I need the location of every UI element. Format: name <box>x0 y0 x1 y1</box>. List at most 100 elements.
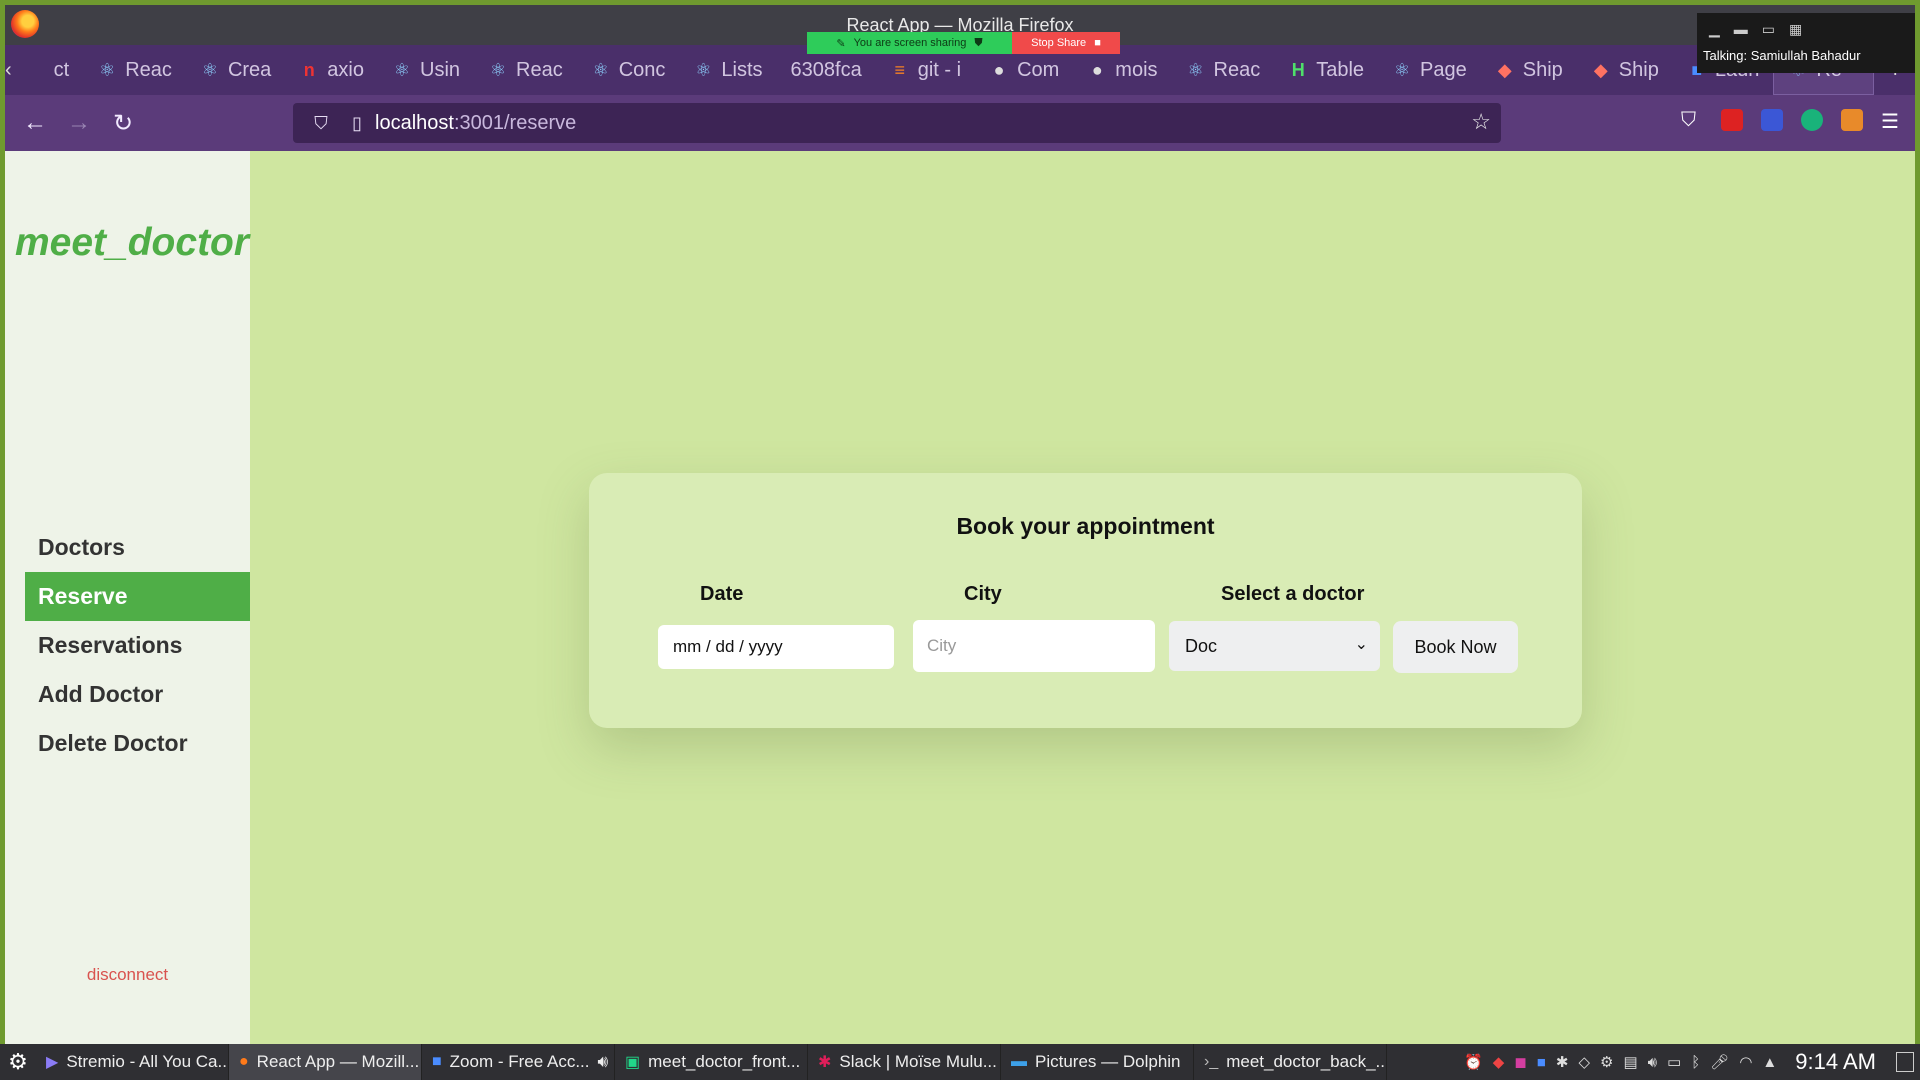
tab[interactable]: ⚛ Reac <box>83 45 186 95</box>
minimize-icon[interactable]: ▁ <box>1709 21 1720 38</box>
tab[interactable]: ◆ Ship <box>1577 45 1673 95</box>
tab[interactable]: ◆ Ship <box>1481 45 1577 95</box>
webstorm-icon: ▣ <box>625 1054 641 1071</box>
tab[interactable]: ⚛ Reac <box>1172 45 1275 95</box>
show-desktop-icon[interactable] <box>1896 1052 1914 1072</box>
tab[interactable]: ⚛ Crea <box>186 45 285 95</box>
sidebar-item-doctors[interactable]: Doctors <box>25 523 250 572</box>
sidebar: meet_doctor Doctors Reserve Reservations… <box>5 151 250 1049</box>
clipboard-icon[interactable]: ▤ <box>1623 1053 1637 1071</box>
zoom-tray-icon[interactable]: ■ <box>1537 1054 1546 1071</box>
tab[interactable]: ⚛ Page <box>1378 45 1481 95</box>
taskbar: ⚙ ▶ Stremio - All You Ca... ● React App — … <box>0 1044 1920 1080</box>
booking-title: Book your appointment <box>956 513 1215 539</box>
page-info-icon[interactable]: ▯ <box>339 113 375 134</box>
taskbar-item[interactable]: ✱ Slack | Moïse Mulu... <box>808 1044 1001 1080</box>
stop-square-icon: ■ <box>1094 37 1101 49</box>
tab[interactable]: H Table <box>1274 45 1378 95</box>
city-label: City <box>964 583 1002 605</box>
anydesk-icon[interactable]: ◆ <box>1493 1053 1505 1071</box>
taskbar-item-active[interactable]: ● React App — Mozill... <box>229 1044 422 1080</box>
chevron-down-icon: ⌄ <box>1354 636 1368 653</box>
disconnect-link[interactable]: disconnect <box>5 965 250 985</box>
diamond-icon[interactable]: ◇ <box>1578 1053 1590 1071</box>
taskbar-item[interactable]: ▶ Stremio - All You Ca... <box>36 1044 229 1080</box>
menu-hamburger-icon[interactable]: ☰ <box>1881 109 1903 133</box>
react-icon: ⚛ <box>99 59 116 80</box>
app-icon[interactable]: ◼ <box>1514 1053 1526 1071</box>
reload-icon[interactable]: ↻ <box>101 109 145 138</box>
react-icon: ⚛ <box>1393 59 1411 80</box>
navigation-bar: ← → ↻ ⛉ ▯ localhost:3001/reserve ☆ ⛉ ☰ <box>5 95 1915 151</box>
bluetooth-icon[interactable]: ᛒ <box>1691 1054 1700 1071</box>
doctor-label: Select a doctor <box>1221 583 1365 605</box>
tab[interactable]: ⚛ Reac <box>474 45 577 95</box>
shield-icon[interactable]: ⛉ <box>303 113 339 134</box>
clock[interactable]: 9:14 AM <box>1795 1049 1876 1075</box>
extension-blue-icon[interactable] <box>1761 109 1783 131</box>
volume-icon[interactable]: 🔊︎ <box>1648 1054 1657 1071</box>
tab[interactable]: n axio <box>285 45 378 95</box>
city-input[interactable]: City <box>913 620 1155 672</box>
react-icon: ⚛ <box>1187 59 1204 80</box>
npm-icon: n <box>303 59 315 80</box>
tab[interactable]: ⚛ Usin <box>378 45 474 95</box>
gallery-view-icon[interactable]: ▦ <box>1789 21 1802 38</box>
react-icon: ⚛ <box>592 59 609 80</box>
slack-tray-icon[interactable]: ✱ <box>1556 1053 1569 1071</box>
pocket-icon[interactable]: ⛉ <box>1681 109 1703 131</box>
page-content: meet_doctor Doctors Reserve Reservations… <box>5 151 1915 1049</box>
date-input[interactable]: mm / dd / yyyy <box>658 625 894 669</box>
h-icon: H <box>1291 59 1305 80</box>
metamask-icon[interactable] <box>1841 109 1863 131</box>
extension-red-icon[interactable] <box>1721 109 1743 131</box>
sidebar-menu: Doctors Reserve Reservations Add Doctor … <box>25 523 250 768</box>
terminal-icon: ›_ <box>1204 1053 1219 1070</box>
url-path: :3001/reserve <box>453 111 577 134</box>
taskbar-item[interactable]: ▣ meet_doctor_front... <box>615 1044 808 1080</box>
react-icon: ⚛ <box>489 59 507 80</box>
sidebar-item-add-doctor[interactable]: Add Doctor <box>25 670 250 719</box>
date-label: Date <box>700 583 744 605</box>
small-view-icon[interactable]: ▬ <box>1734 21 1748 38</box>
system-tray: ⏰ ◆ ◼ ■ ✱ ◇ ⚙ ▤ 🔊︎ ▭ ᛒ 🎤︎ ◠ ▲ 9:14 AM <box>1464 1049 1920 1075</box>
taskbar-item[interactable]: ■ Zoom - Free Acc... 🔊︎ <box>422 1044 615 1080</box>
github-icon: ● <box>1091 59 1103 80</box>
stop-share-button[interactable]: Stop Share ■ <box>1012 32 1120 54</box>
back-arrow-icon[interactable]: ← <box>13 109 57 137</box>
tray-expand-icon[interactable]: ▲ <box>1762 1054 1777 1071</box>
github-icon: ● <box>993 59 1005 80</box>
tab-scroll-left-icon[interactable]: ‹ <box>5 59 12 82</box>
tab[interactable]: ⚛ Conc <box>577 45 680 95</box>
brand-logo[interactable]: meet_doctor <box>15 221 249 265</box>
grammarly-icon[interactable] <box>1801 109 1823 131</box>
stackoverflow-icon: ≡ <box>894 59 905 80</box>
tab[interactable]: ⚛ Lists <box>679 45 776 95</box>
microphone-icon[interactable]: 🎤︎ <box>1710 1053 1729 1071</box>
taskbar-item[interactable]: ›_ meet_doctor_back_... <box>1194 1044 1387 1080</box>
react-icon: ⚛ <box>695 59 712 80</box>
sidebar-item-delete-doctor[interactable]: Delete Doctor <box>25 719 250 768</box>
alarm-icon[interactable]: ⏰ <box>1464 1053 1483 1071</box>
firefox-logo-icon <box>11 10 39 38</box>
url-bar[interactable]: ⛉ ▯ localhost:3001/reserve ☆ <box>293 103 1501 143</box>
settings-tray-icon[interactable]: ⚙ <box>1600 1053 1613 1071</box>
start-menu-icon[interactable]: ⚙ <box>0 1044 36 1080</box>
tab[interactable]: ct <box>12 45 84 95</box>
sidebar-item-reserve[interactable]: Reserve <box>25 572 250 621</box>
medium-view-icon[interactable]: ▭ <box>1762 21 1775 38</box>
book-now-button[interactable]: Book Now <box>1393 621 1518 673</box>
folder-icon: ▬ <box>1011 1053 1027 1070</box>
forward-arrow-icon[interactable]: → <box>57 109 101 137</box>
doctor-select[interactable]: Doc ⌄ <box>1169 621 1380 671</box>
battery-icon[interactable]: ▭ <box>1667 1053 1681 1071</box>
taskbar-item[interactable]: ▬ Pictures — Dolphin <box>1001 1044 1194 1080</box>
screen-share-bar: ✎ You are screen sharing ⛊ Stop Share ■ <box>807 32 1120 54</box>
sidebar-item-reservations[interactable]: Reservations <box>25 621 250 670</box>
talking-indicator: Talking: Samiullah Bahadur <box>1703 48 1861 63</box>
wifi-icon[interactable]: ◠ <box>1739 1053 1752 1071</box>
figma-icon: ◆ <box>1497 59 1512 80</box>
doctor-select-value: Doc <box>1185 635 1218 656</box>
firefox-icon: ● <box>239 1053 249 1070</box>
bookmark-star-icon[interactable]: ☆ <box>1471 109 1491 135</box>
